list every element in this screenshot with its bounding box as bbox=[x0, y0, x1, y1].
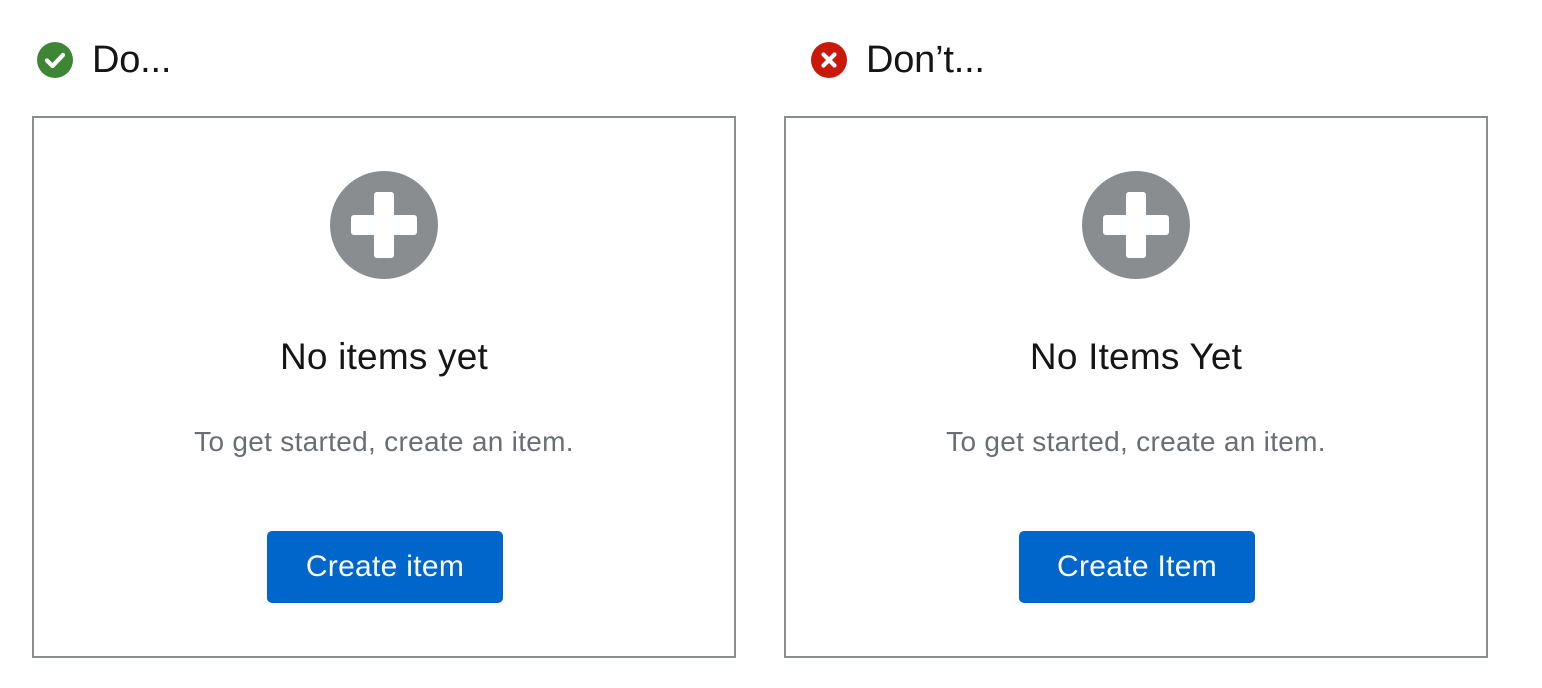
check-circle-icon bbox=[37, 42, 73, 78]
empty-state-title: No items yet bbox=[279, 336, 488, 377]
plus-circle-icon bbox=[330, 171, 438, 279]
do-heading-label: Do... bbox=[92, 38, 172, 81]
empty-state-card: No items yet To get started, create an i… bbox=[32, 116, 736, 658]
dont-heading-label: Don’t... bbox=[866, 38, 985, 81]
times-circle-icon bbox=[811, 42, 847, 78]
empty-state-body: To get started, create an item. bbox=[194, 426, 574, 457]
do-heading: Do... bbox=[37, 38, 171, 82]
create-item-button[interactable]: Create item bbox=[267, 531, 503, 603]
create-item-button[interactable]: Create Item bbox=[1019, 531, 1255, 603]
plus-circle-icon bbox=[1082, 171, 1190, 279]
empty-state-card: No Items Yet To get started, create an i… bbox=[784, 116, 1488, 658]
dont-heading: Don’t... bbox=[811, 38, 985, 82]
empty-state-body: To get started, create an item. bbox=[946, 426, 1326, 457]
empty-state-title: No Items Yet bbox=[1029, 336, 1243, 377]
